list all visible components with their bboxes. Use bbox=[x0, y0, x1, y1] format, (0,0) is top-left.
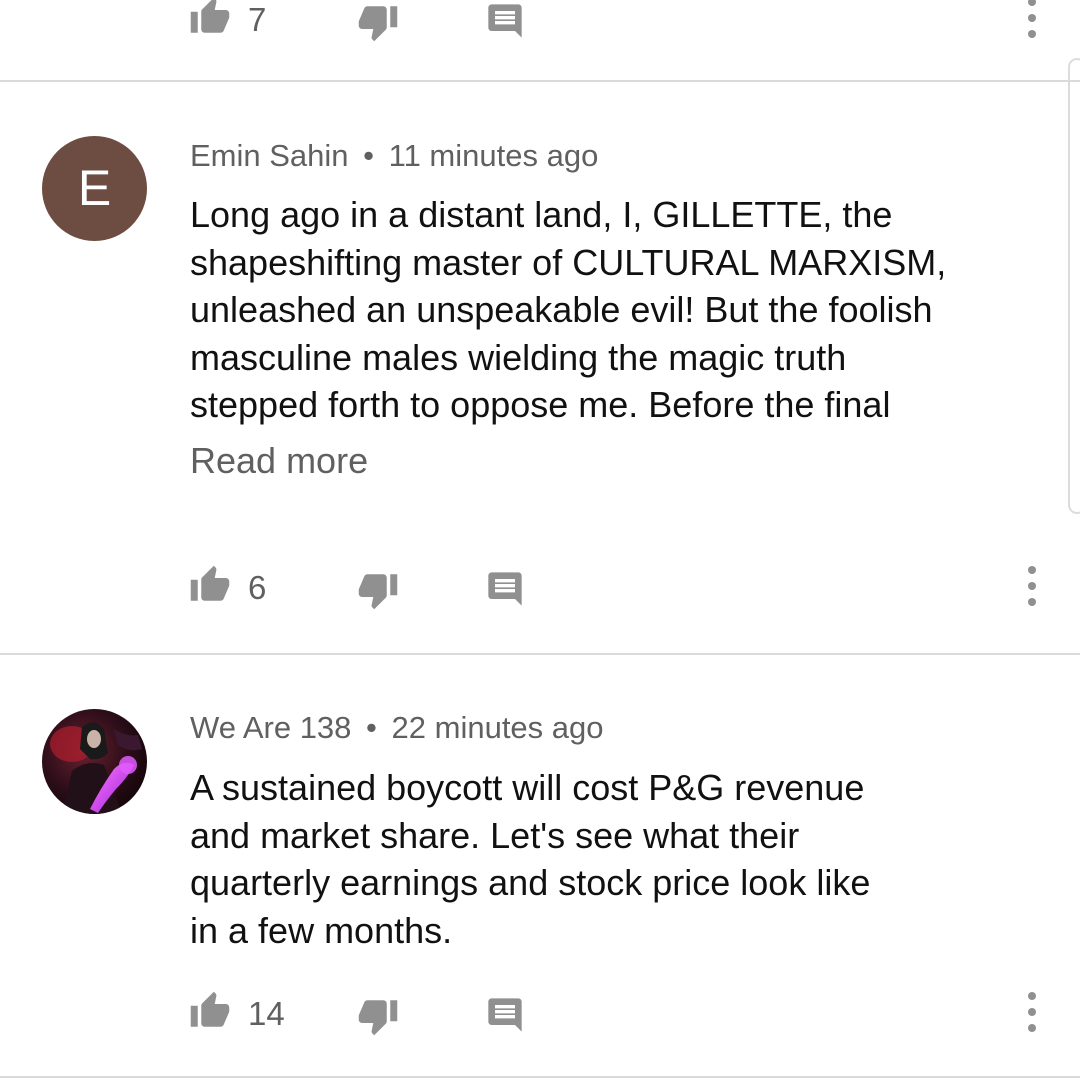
meta-separator: • bbox=[366, 710, 377, 745]
scroll-edge bbox=[1068, 58, 1080, 514]
thumb-down-icon[interactable] bbox=[357, 995, 399, 1037]
thumb-down-icon[interactable] bbox=[357, 569, 399, 611]
divider bbox=[0, 1076, 1080, 1078]
comment-text: A sustained boycott will cost P&G revenu… bbox=[190, 767, 871, 951]
reply-icon[interactable] bbox=[485, 995, 525, 1035]
author-name[interactable]: We Are 138 bbox=[190, 710, 351, 745]
thumb-down-icon[interactable] bbox=[357, 1, 399, 43]
comment-time: 22 minutes ago bbox=[391, 710, 604, 745]
comment-meta: We Are 138 • 22 minutes ago bbox=[190, 710, 604, 746]
comment-actions: 7 bbox=[0, 0, 1080, 44]
avatar[interactable]: E bbox=[42, 136, 147, 241]
thumb-up-icon[interactable] bbox=[189, 0, 231, 38]
more-vert-icon[interactable] bbox=[1028, 0, 1036, 38]
like-count: 6 bbox=[248, 569, 267, 606]
avatar[interactable] bbox=[42, 709, 147, 814]
comment-text: Long ago in a distant land, I, GILLETTE,… bbox=[190, 194, 947, 425]
thumb-up-icon[interactable] bbox=[189, 990, 231, 1032]
comment-actions: 6 bbox=[0, 564, 1080, 612]
read-more-link[interactable]: Read more bbox=[190, 440, 368, 482]
avatar-image bbox=[42, 709, 147, 814]
like-count: 7 bbox=[248, 1, 267, 38]
comment-meta: Emin Sahin • 11 minutes ago bbox=[190, 138, 598, 174]
like-count: 14 bbox=[248, 995, 285, 1032]
author-name[interactable]: Emin Sahin bbox=[190, 138, 349, 173]
more-vert-icon[interactable] bbox=[1028, 992, 1036, 1032]
comment-actions: 14 bbox=[0, 990, 1080, 1038]
meta-separator: • bbox=[363, 138, 375, 173]
more-vert-icon[interactable] bbox=[1028, 566, 1036, 606]
reply-icon[interactable] bbox=[485, 569, 525, 609]
comment-time: 11 minutes ago bbox=[388, 138, 599, 173]
thumb-up-icon[interactable] bbox=[189, 564, 231, 606]
reply-icon[interactable] bbox=[485, 1, 525, 41]
divider bbox=[0, 80, 1080, 82]
divider bbox=[0, 653, 1080, 655]
